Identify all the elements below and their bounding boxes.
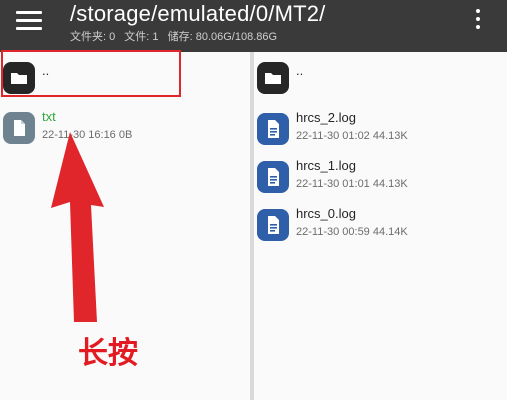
arrow-up-icon (51, 132, 104, 322)
long-press-annotation: 长按 (78, 337, 138, 370)
